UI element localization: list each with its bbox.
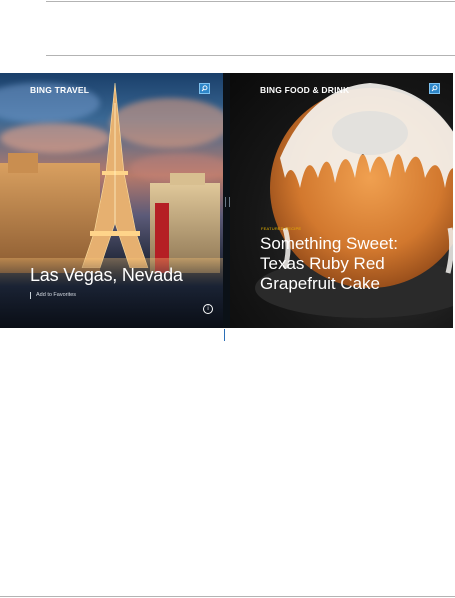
search-icon — [201, 85, 208, 92]
eiffel-tower-icon — [81, 83, 149, 268]
search-button[interactable] — [199, 83, 210, 94]
snapped-apps-screen: BING TRAVEL Las Vegas, Nevada Add to Fav… — [0, 73, 453, 328]
place-headline: Las Vegas, Nevada — [30, 265, 183, 285]
hotel-roof — [8, 153, 38, 173]
featured-recipe-tag: FEATURED RECIPE — [261, 226, 302, 231]
recipe-headline-line-2: Texas Ruby Red — [260, 254, 385, 273]
add-to-favorites-link[interactable]: Add to Favorites — [36, 292, 76, 298]
travel-app-pane[interactable]: BING TRAVEL Las Vegas, Nevada Add to Fav… — [0, 73, 223, 328]
search-icon — [431, 85, 438, 92]
search-button[interactable] — [429, 83, 440, 94]
second-rule — [46, 55, 455, 56]
info-icon[interactable]: i — [203, 304, 213, 314]
tower-top — [170, 173, 205, 185]
recipe-headline-line-3: Grapefruit Cake — [260, 274, 380, 293]
app-title: BING FOOD & DRINK — [260, 85, 350, 95]
favorites-divider — [30, 292, 31, 299]
divider-pointer-line — [224, 329, 225, 341]
recipe-headline-line-1: Something Sweet: — [260, 234, 398, 253]
recipe-headline[interactable]: Something Sweet: Texas Ruby Red Grapefru… — [260, 234, 440, 294]
app-title: BING TRAVEL — [30, 85, 90, 95]
top-rule — [46, 1, 455, 2]
bottom-rule — [0, 596, 455, 597]
page: BING TRAVEL Las Vegas, Nevada Add to Fav… — [0, 0, 455, 598]
